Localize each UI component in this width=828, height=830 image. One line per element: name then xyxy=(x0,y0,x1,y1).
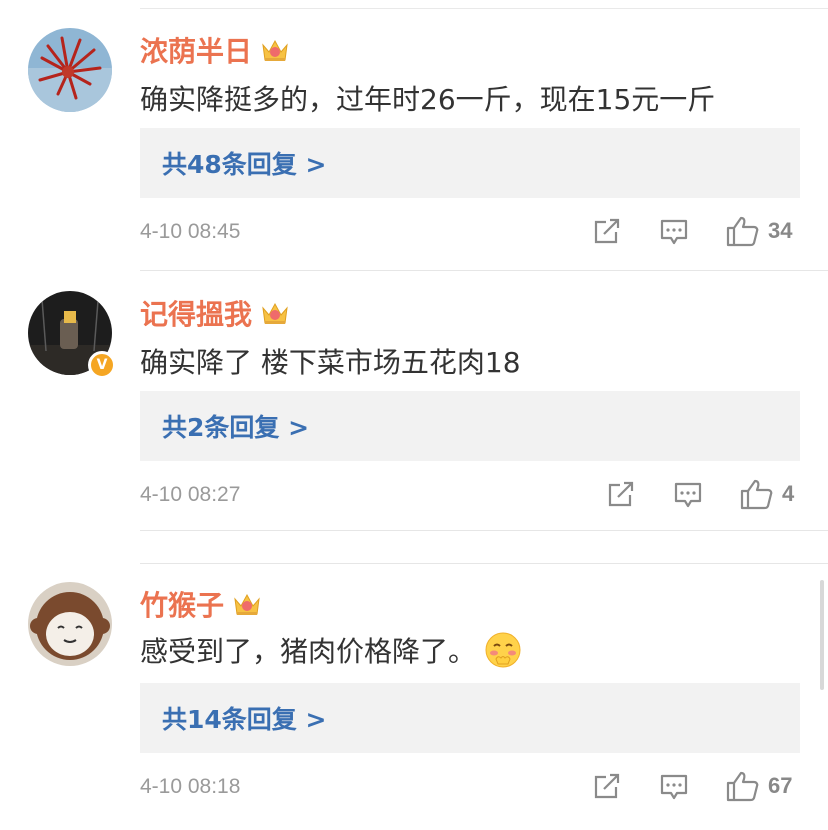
comment-icon xyxy=(660,774,688,800)
top-separator xyxy=(140,8,828,9)
section-divider xyxy=(140,563,828,564)
thumbs-up-icon xyxy=(740,479,773,510)
verified-badge-icon: V xyxy=(88,351,116,379)
username-label: 记得搵我 xyxy=(140,298,253,331)
view-replies-button[interactable]: 共14条回复 > xyxy=(140,683,800,753)
like-count: 67 xyxy=(768,773,793,798)
comment-icon xyxy=(674,482,702,508)
like-count: 34 xyxy=(768,218,793,243)
scrollbar[interactable] xyxy=(820,580,824,690)
comment-text: 感受到了，猪肉价格降了。 xyxy=(140,630,522,670)
comment-text-body: 感受到了，猪肉价格降了。 xyxy=(140,635,477,668)
avatar[interactable]: V xyxy=(28,291,116,379)
username[interactable]: 记得搵我 xyxy=(140,293,290,333)
share-icon xyxy=(594,218,620,244)
username-label: 竹猴子 xyxy=(140,589,225,622)
thumbs-up-icon xyxy=(726,216,759,247)
thumbs-up-icon xyxy=(726,771,759,802)
comment-button[interactable] xyxy=(659,217,689,247)
comment-icon xyxy=(660,219,688,245)
username[interactable]: 竹猴子 xyxy=(140,584,262,624)
crown-badge-icon xyxy=(262,39,288,61)
comment-time: 4-10 08:45 xyxy=(140,220,241,243)
crown-badge-icon xyxy=(234,593,260,615)
crown-badge-icon xyxy=(262,302,288,324)
comment-time: 4-10 08:27 xyxy=(140,483,241,506)
username[interactable]: 浓荫半日 xyxy=(140,30,290,70)
comment-text: 确实降了 楼下菜市场五花肉18 xyxy=(140,346,521,379)
avatar[interactable] xyxy=(28,28,112,112)
view-replies-button[interactable]: 共2条回复 > xyxy=(140,391,800,461)
share-icon xyxy=(594,773,620,799)
comment-text: 确实降挺多的，过年时26一斤，现在15元一斤 xyxy=(140,83,716,116)
like-button[interactable]: 67 xyxy=(726,770,792,802)
view-replies-button[interactable]: 共48条回复 > xyxy=(140,128,800,198)
share-button[interactable] xyxy=(606,479,636,509)
share-button[interactable] xyxy=(592,216,622,246)
username-label: 浓荫半日 xyxy=(140,35,253,68)
comment-time: 4-10 08:18 xyxy=(140,775,241,798)
like-button[interactable]: 34 xyxy=(726,215,792,247)
comment-divider xyxy=(140,530,828,531)
shy-face-emoji xyxy=(485,632,521,668)
comment-divider xyxy=(140,270,828,271)
avatar[interactable] xyxy=(28,582,112,666)
comment-button[interactable] xyxy=(659,772,689,802)
like-button[interactable]: 4 xyxy=(740,478,794,510)
share-button[interactable] xyxy=(592,771,622,801)
share-icon xyxy=(608,481,634,507)
like-count: 4 xyxy=(782,481,795,506)
comment-button[interactable] xyxy=(673,480,703,510)
